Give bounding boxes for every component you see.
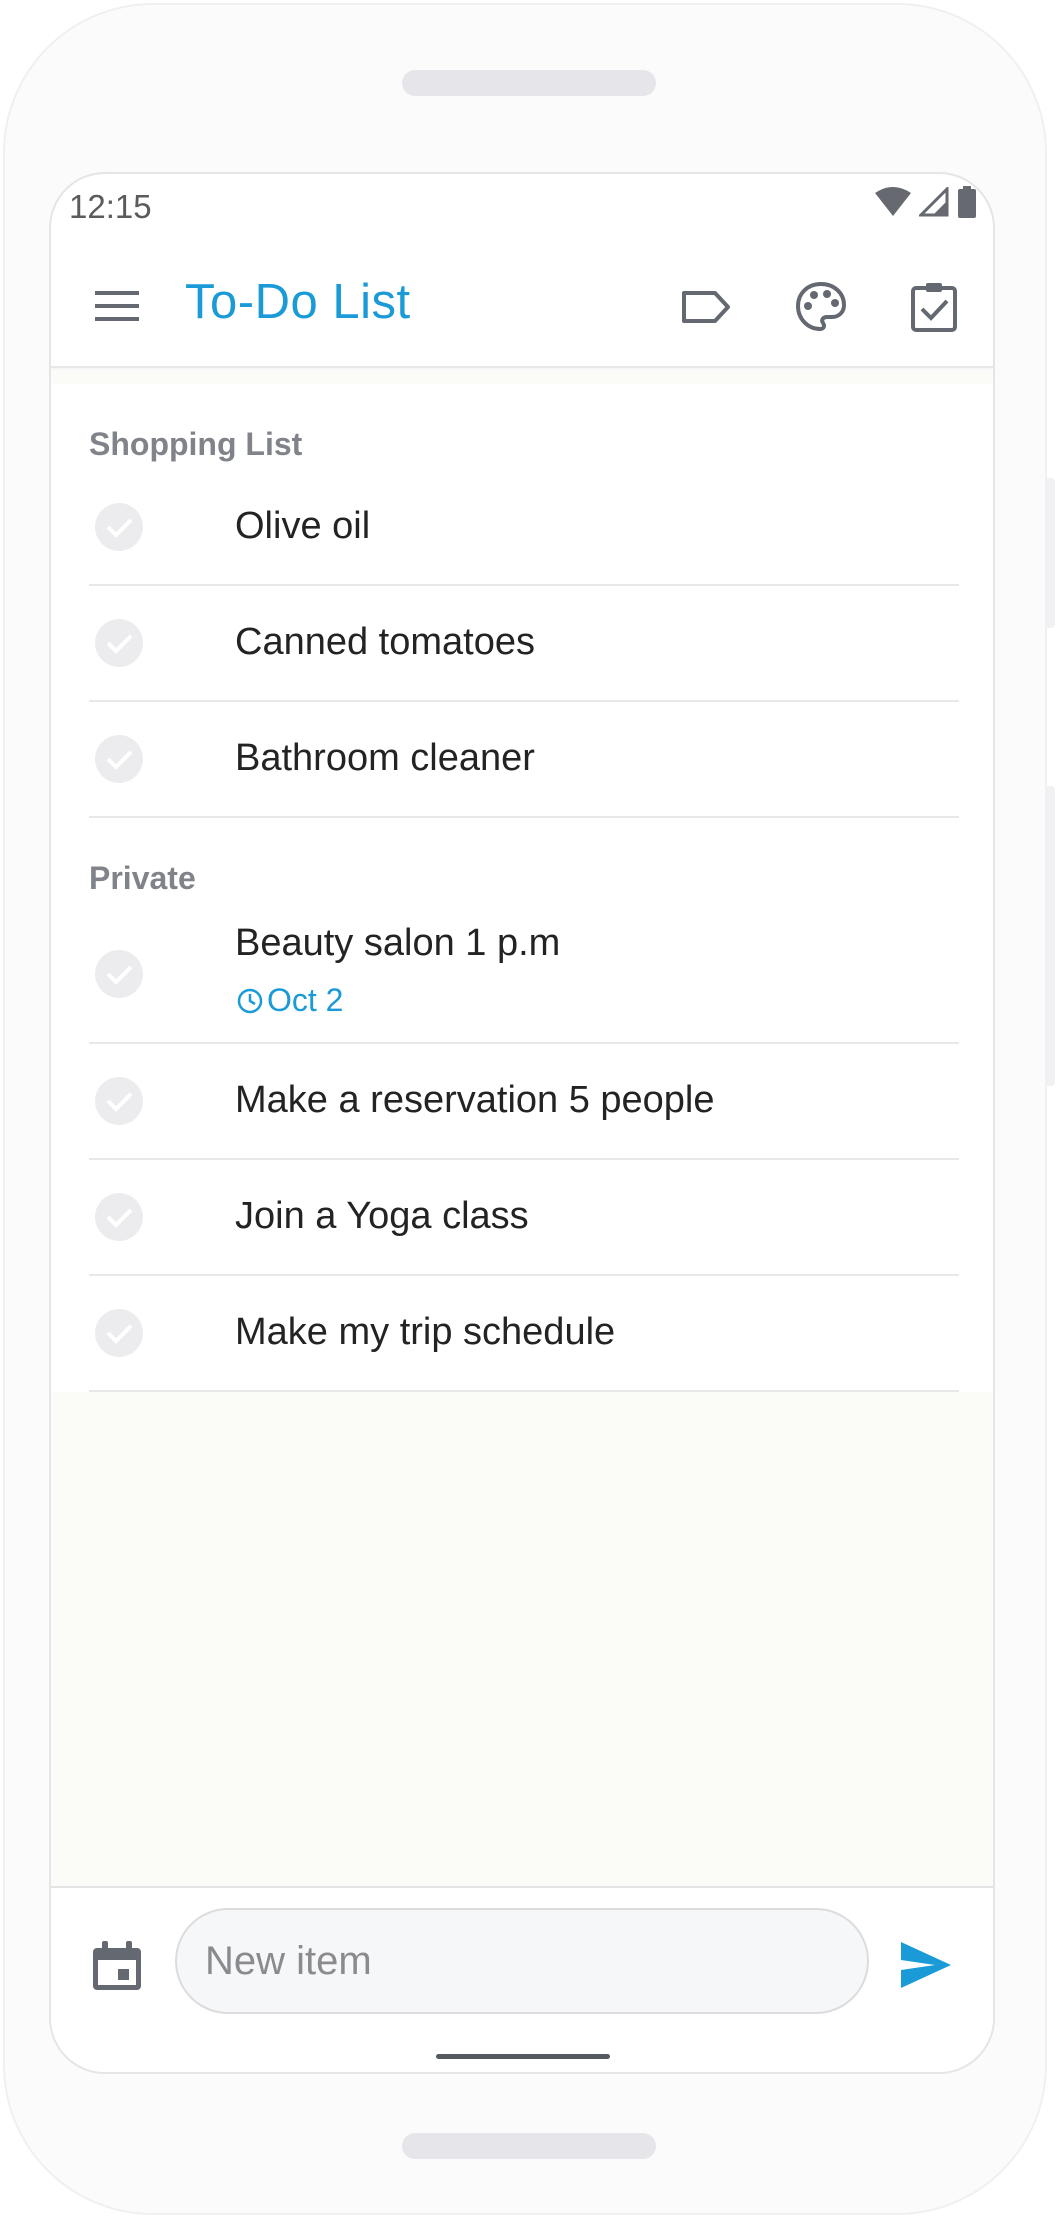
app-bar: To-Do List <box>51 244 993 368</box>
section-header-shopping-list: Shopping List <box>89 426 303 462</box>
item-label: Beauty salon 1 p.m <box>235 922 561 964</box>
item-label: Make my trip schedule <box>235 1311 616 1353</box>
check-circle-icon[interactable] <box>94 734 144 784</box>
battery-icon <box>958 186 976 218</box>
status-icons <box>875 186 977 218</box>
app-title: To-Do List <box>185 275 411 329</box>
item-label: Join a Yoga class <box>235 1195 529 1237</box>
clock-icon <box>237 988 263 1013</box>
item-label: Make a reservation 5 people <box>235 1079 715 1121</box>
check-circle-icon[interactable] <box>94 1076 144 1126</box>
due-date-text: Oct 2 <box>267 982 344 1018</box>
home-indicator <box>436 2054 610 2059</box>
new-item-input[interactable] <box>175 1908 869 2014</box>
check-circle-icon[interactable] <box>94 949 144 999</box>
palette-icon[interactable] <box>794 280 848 334</box>
assignment-check-icon[interactable] <box>907 280 961 334</box>
check-circle-icon[interactable] <box>94 1308 144 1358</box>
volume-button <box>1045 786 1055 1086</box>
label-icon[interactable] <box>679 280 733 334</box>
item-label: Bathroom cleaner <box>235 737 535 779</box>
section-header-private: Private <box>89 860 196 896</box>
send-icon[interactable] <box>897 1936 955 1994</box>
check-circle-icon[interactable] <box>94 502 144 552</box>
bottom-input-bar <box>51 1886 993 2072</box>
list-item[interactable]: Olive oil <box>89 470 959 586</box>
status-time: 12:15 <box>69 188 152 225</box>
item-label: Olive oil <box>235 505 371 547</box>
power-button <box>1045 478 1055 628</box>
list-item[interactable]: Make a reservation 5 people <box>89 1044 959 1160</box>
check-circle-icon[interactable] <box>94 1192 144 1242</box>
check-circle-icon[interactable] <box>94 618 144 668</box>
item-label: Canned tomatoes <box>235 621 535 663</box>
wifi-icon <box>875 187 911 216</box>
todo-list: Shopping List Olive oil Canned tomatoes <box>51 384 993 1392</box>
list-item[interactable]: Canned tomatoes <box>89 586 959 702</box>
list-item[interactable]: Make my trip schedule <box>89 1276 959 1392</box>
list-item[interactable]: Beauty salon 1 p.m Oct 2 <box>89 904 959 1044</box>
list-item[interactable]: Join a Yoga class <box>89 1160 959 1276</box>
todo-content: Shopping List Olive oil Canned tomatoes <box>51 370 993 1888</box>
top-speaker <box>402 70 656 96</box>
list-item[interactable]: Bathroom cleaner <box>89 702 959 818</box>
menu-icon[interactable] <box>93 282 141 330</box>
cellular-signal-icon <box>919 187 949 217</box>
status-bar: 12:15 <box>51 174 993 244</box>
calendar-icon[interactable] <box>89 1938 145 1994</box>
due-date: Oct 2 <box>235 982 343 1019</box>
phone-screen: 12:15 To-Do List Shopping List Olive oil… <box>49 172 995 2074</box>
bottom-speaker <box>402 2133 656 2159</box>
